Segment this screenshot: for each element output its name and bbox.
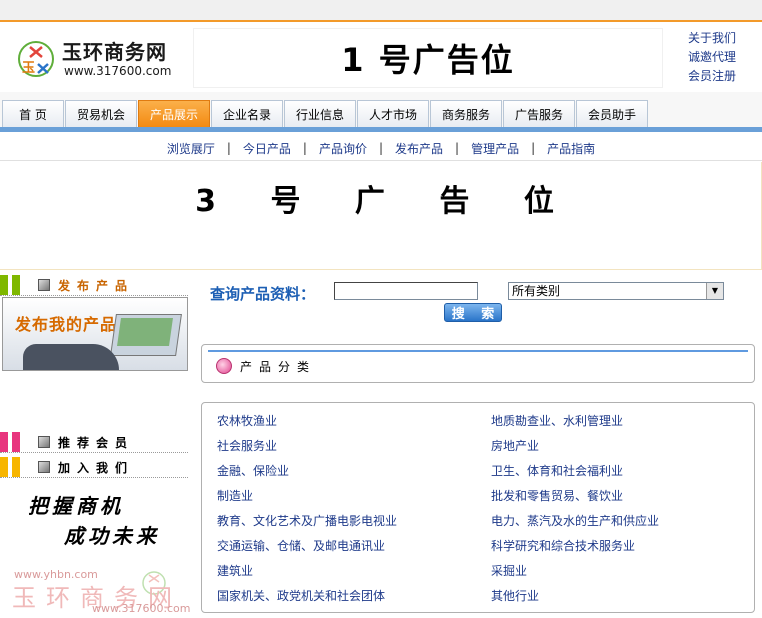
svg-text:玉: 玉 [22, 61, 35, 76]
dropdown-arrow-icon[interactable]: ▼ [706, 283, 723, 299]
about-us-link[interactable]: 关于我们 [676, 29, 748, 48]
top-gray-bar [0, 0, 762, 20]
tab-industry-info[interactable]: 行业信息 [284, 100, 356, 127]
heading-color-bars [0, 457, 24, 477]
publish-products-heading[interactable]: 发布产品 [0, 275, 188, 296]
slogan-line-1: 把握商机 [28, 494, 124, 518]
hands-image [23, 344, 119, 370]
categories-heading: 产品分类 [240, 360, 317, 374]
heading-text: 加入我们 [58, 460, 135, 475]
subnav-inquiry[interactable]: 产品询价 [319, 140, 367, 157]
category-link[interactable]: 电力、蒸汽及水的生产和供应业 [491, 512, 659, 529]
category-link[interactable]: 教育、文化艺术及广播电影电视业 [217, 512, 397, 529]
category-link[interactable]: 制造业 [217, 487, 253, 504]
join-us-heading[interactable]: 加入我们 [0, 457, 188, 478]
flower-icon [216, 358, 232, 374]
separator: | [226, 141, 231, 155]
main-nav: 首 页 贸易机会 产品展示 企业名录 行业信息 人才市场 商务服务 广告服务 会… [2, 100, 649, 128]
category-select-value: 所有类别 [512, 284, 561, 298]
heading-color-bars [0, 275, 24, 295]
subnav-today[interactable]: 今日产品 [243, 140, 291, 157]
category-link[interactable]: 交通运输、仓储、及邮电通讯业 [217, 537, 385, 554]
search-label: 查询产品资料： [210, 285, 316, 303]
tab-directory[interactable]: 企业名录 [211, 100, 283, 127]
separator: | [302, 141, 307, 155]
slogan-line-2: 成功未来 [64, 524, 160, 548]
separator: | [455, 141, 460, 155]
subnav-guide[interactable]: 产品指南 [547, 140, 595, 157]
subnav-publish[interactable]: 发布产品 [395, 140, 443, 157]
separator: | [531, 141, 536, 155]
category-link[interactable]: 地质勘查业、水利管理业 [491, 412, 623, 429]
subnav-divider [0, 160, 762, 161]
tab-member-assistant[interactable]: 会员助手 [576, 100, 648, 127]
category-select[interactable]: 所有类别 ▼ [508, 282, 724, 300]
cube-icon [38, 279, 50, 291]
cube-icon [38, 436, 50, 448]
tab-home[interactable]: 首 页 [2, 100, 64, 127]
recommended-members-heading[interactable]: 推荐会员 [0, 432, 188, 453]
category-link[interactable]: 社会服务业 [217, 437, 277, 454]
heading-text: 推荐会员 [58, 435, 135, 450]
category-link[interactable]: 采掘业 [491, 562, 527, 579]
laptop-screen [117, 318, 173, 346]
subnav-manage[interactable]: 管理产品 [471, 140, 519, 157]
category-list: 农林牧渔业 社会服务业 金融、保险业 制造业 教育、文化艺术及广播电影电视业 交… [201, 402, 755, 613]
tab-ad-services[interactable]: 广告服务 [503, 100, 575, 127]
publish-my-product-banner[interactable]: 发布我的产品 [2, 297, 188, 371]
category-link[interactable]: 建筑业 [217, 562, 253, 579]
logo-badge-icon: 玉 [18, 41, 54, 77]
tab-products[interactable]: 产品展示 [138, 100, 210, 127]
category-link[interactable]: 科学研究和综合技术服务业 [491, 537, 635, 554]
member-register-link[interactable]: 会员注册 [676, 67, 748, 86]
agent-link[interactable]: 诚邀代理 [676, 48, 748, 67]
cube-icon [38, 461, 50, 473]
subnav-browse[interactable]: 浏览展厅 [167, 140, 215, 157]
tab-trade[interactable]: 贸易机会 [65, 100, 137, 127]
separator: | [378, 141, 384, 155]
watermark-url-2: www.317600.com [92, 602, 191, 615]
header-blue-line [208, 350, 748, 352]
top-orange-line [0, 20, 762, 22]
heading-color-bars [0, 432, 24, 452]
category-link[interactable]: 金融、保险业 [217, 462, 289, 479]
category-link[interactable]: 农林牧渔业 [217, 412, 277, 429]
top-links: 关于我们 诚邀代理 会员注册 [676, 29, 748, 86]
site-url: www.317600.com [64, 64, 172, 78]
tab-business-services[interactable]: 商务服务 [430, 100, 502, 127]
ad-slot-1[interactable]: 1 号广告位 [193, 28, 663, 88]
site-logo[interactable]: 玉 玉环商务网 www.317600.com [14, 34, 194, 84]
search-button[interactable]: 搜 索 [444, 303, 502, 322]
site-title: 玉环商务网 [62, 40, 167, 64]
sub-nav: 浏览展厅 | 今日产品 | 产品询价 | 发布产品 | 管理产品 | 产品指南 [0, 137, 762, 159]
product-search-input[interactable] [334, 282, 478, 300]
tab-talent[interactable]: 人才市场 [357, 100, 429, 127]
ad-slot-3-text: 3 号 广 告 位 [195, 183, 576, 219]
category-link[interactable]: 房地产业 [491, 437, 539, 454]
category-link[interactable]: 卫生、体育和社会福利业 [491, 462, 623, 479]
category-link[interactable]: 国家机关、政党机关和社会团体 [217, 587, 385, 604]
category-link[interactable]: 批发和零售贸易、餐饮业 [491, 487, 623, 504]
ad-slot-3[interactable]: 3 号 广 告 位 [0, 162, 762, 270]
banner-text: 发布我的产品 [15, 315, 118, 334]
product-categories-header: 产品分类 [201, 344, 755, 383]
heading-text: 发布产品 [58, 278, 135, 293]
category-link[interactable]: 其他行业 [491, 587, 539, 604]
